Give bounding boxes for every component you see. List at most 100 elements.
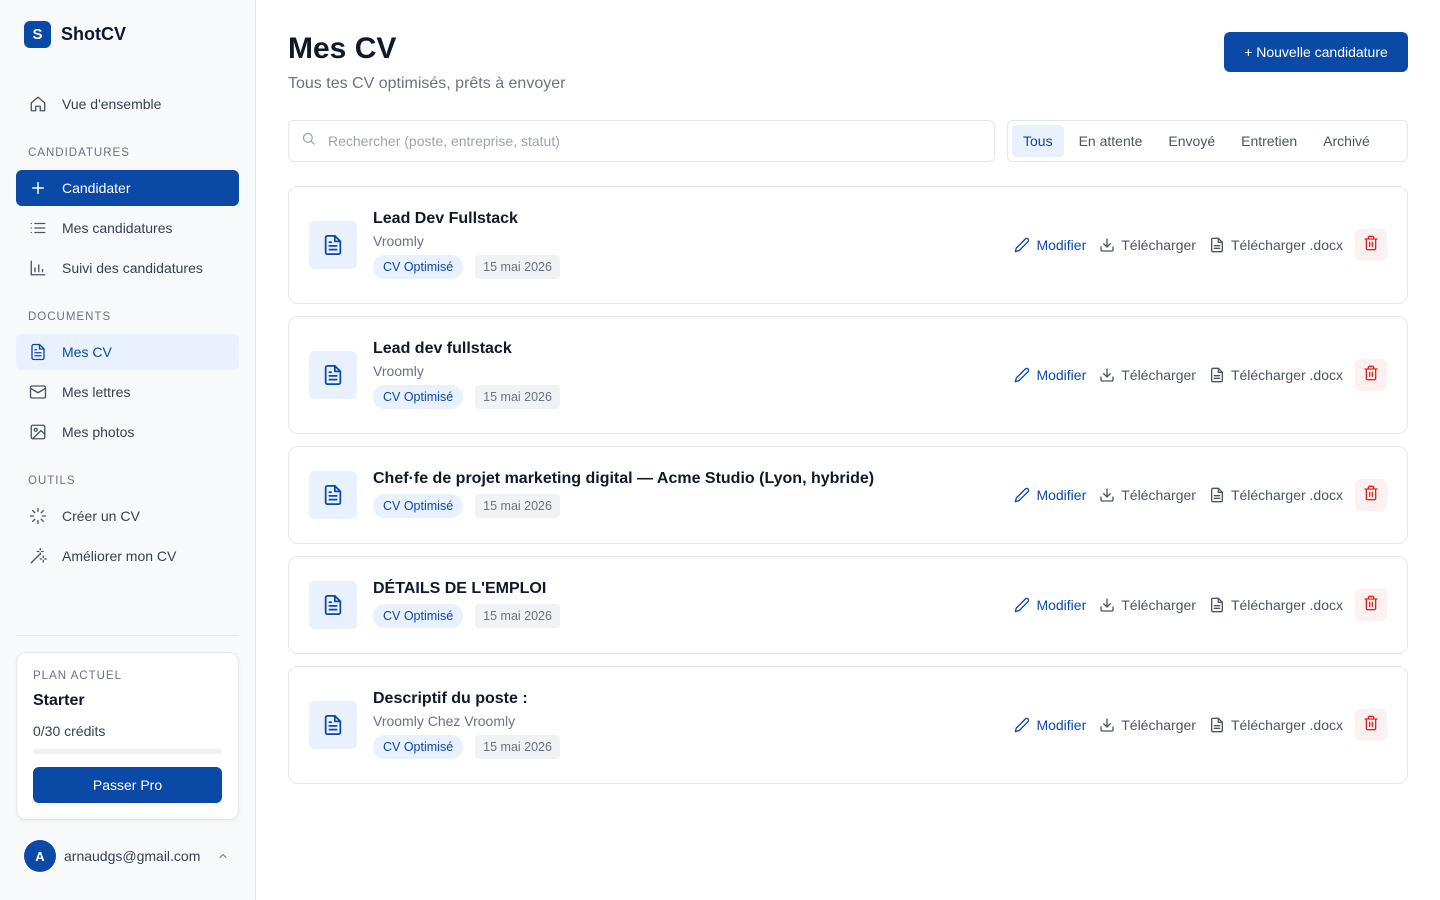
date-badge: 15 mai 2026	[475, 385, 560, 409]
brand-name: ShotCV	[61, 24, 126, 44]
date-badge: 15 mai 2026	[475, 255, 560, 279]
download-docx-label: Télécharger .docx	[1230, 717, 1343, 733]
date-badge: 15 mai 2026	[475, 735, 560, 759]
cv-company: Vroomly	[373, 363, 424, 379]
download-docx-button[interactable]: Télécharger .docx	[1209, 597, 1343, 613]
delete-button[interactable]	[1355, 229, 1387, 261]
status-filter-tabs: Tous En attente Envoyé Entretien Archivé	[1007, 120, 1408, 162]
download-button[interactable]: Télécharger	[1099, 367, 1196, 383]
edit-button[interactable]: Modifier	[1014, 597, 1086, 613]
sidebar-item-mes-lettres[interactable]: Mes lettres	[16, 374, 239, 410]
tab-archive[interactable]: Archivé	[1312, 125, 1381, 157]
sidebar-item-overview[interactable]: Vue d'ensemble	[16, 86, 239, 122]
file-icon	[309, 701, 357, 749]
download-docx-button[interactable]: Télécharger .docx	[1209, 717, 1343, 733]
download-button[interactable]: Télécharger	[1099, 717, 1196, 733]
plus-icon	[28, 178, 48, 198]
search-input[interactable]	[328, 133, 968, 149]
plan-credits: 0/30 crédits	[33, 723, 106, 739]
new-application-button[interactable]: + Nouvelle candidature	[1224, 32, 1408, 72]
delete-button[interactable]	[1355, 589, 1387, 621]
tab-entretien[interactable]: Entretien	[1230, 125, 1308, 157]
cv-card[interactable]: Chef·fe de projet marketing digital — Ac…	[288, 446, 1408, 544]
download-button[interactable]: Télécharger	[1099, 597, 1196, 613]
document-icon	[1209, 597, 1225, 613]
download-docx-label: Télécharger .docx	[1230, 367, 1343, 383]
cv-actions: Modifier Télécharger Télécharger .docx	[1001, 229, 1387, 261]
edit-button[interactable]: Modifier	[1014, 717, 1086, 733]
search-box	[288, 120, 995, 162]
cv-card-body: Descriptif du poste : Vroomly Chez Vroom…	[373, 690, 560, 759]
download-docx-button[interactable]: Télécharger .docx	[1209, 237, 1343, 253]
plan-label: PLAN ACTUEL	[33, 670, 122, 682]
sidebar-item-mes-candidatures[interactable]: Mes candidatures	[16, 210, 239, 246]
cv-company: Vroomly	[373, 233, 424, 249]
cv-title: Lead Dev Fullstack	[373, 210, 518, 227]
download-label: Télécharger	[1121, 597, 1196, 613]
sidebar-item-label: Améliorer mon CV	[62, 548, 177, 564]
edit-button[interactable]: Modifier	[1014, 237, 1086, 253]
download-label: Télécharger	[1121, 367, 1196, 383]
loader-icon	[28, 506, 48, 526]
cv-title: Lead dev fullstack	[373, 340, 512, 357]
date-badge: 15 mai 2026	[475, 604, 560, 628]
sidebar-item-candidater[interactable]: Candidater	[16, 170, 239, 206]
tab-en-attente[interactable]: En attente	[1068, 125, 1154, 157]
sidebar-item-label: Vue d'ensemble	[62, 96, 162, 112]
credits-progress-bar	[33, 749, 222, 754]
file-text-icon	[28, 342, 48, 362]
brand[interactable]: S ShotCV	[24, 21, 126, 48]
trash-icon	[1363, 715, 1379, 736]
sidebar-item-label: Mes photos	[62, 424, 135, 440]
download-label: Télécharger	[1121, 717, 1196, 733]
download-docx-label: Télécharger .docx	[1230, 487, 1343, 503]
mail-icon	[28, 382, 48, 402]
sidebar-item-suivi[interactable]: Suivi des candidatures	[16, 250, 239, 286]
upgrade-button[interactable]: Passer Pro	[33, 767, 222, 803]
edit-button[interactable]: Modifier	[1014, 367, 1086, 383]
delete-button[interactable]	[1355, 709, 1387, 741]
sidebar-item-ameliorer-cv[interactable]: Améliorer mon CV	[16, 538, 239, 574]
cv-card-body: Lead Dev Fullstack Vroomly CV Optimisé 1…	[373, 210, 560, 279]
cv-actions: Modifier Télécharger Télécharger .docx	[1001, 589, 1387, 621]
user-menu[interactable]: A arnaudgs@gmail.com	[24, 840, 230, 872]
plan-name: Starter	[33, 692, 85, 709]
tab-tous[interactable]: Tous	[1012, 125, 1064, 157]
sidebar-item-label: Suivi des candidatures	[62, 260, 203, 276]
download-label: Télécharger	[1121, 237, 1196, 253]
status-badge: CV Optimisé	[373, 385, 464, 409]
download-docx-button[interactable]: Télécharger .docx	[1209, 487, 1343, 503]
sidebar: S ShotCV Vue d'ensemble CANDIDATURES Can…	[0, 0, 256, 900]
delete-button[interactable]	[1355, 479, 1387, 511]
status-badge: CV Optimisé	[373, 494, 464, 518]
download-button[interactable]: Télécharger	[1099, 237, 1196, 253]
cv-actions: Modifier Télécharger Télécharger .docx	[1001, 709, 1387, 741]
cv-card[interactable]: Lead Dev Fullstack Vroomly CV Optimisé 1…	[288, 186, 1408, 304]
edit-label: Modifier	[1036, 367, 1087, 383]
sidebar-item-mes-photos[interactable]: Mes photos	[16, 414, 239, 450]
edit-label: Modifier	[1036, 597, 1087, 613]
document-icon	[1209, 487, 1225, 503]
status-badge: CV Optimisé	[373, 255, 464, 279]
cv-card[interactable]: Descriptif du poste : Vroomly Chez Vroom…	[288, 666, 1408, 784]
edit-button[interactable]: Modifier	[1014, 487, 1086, 503]
download-docx-label: Télécharger .docx	[1230, 597, 1343, 613]
sidebar-item-mes-cv[interactable]: Mes CV	[16, 334, 239, 370]
cv-card-body: DÉTAILS DE L'EMPLOI CV Optimisé 15 mai 2…	[373, 580, 560, 628]
pencil-icon	[1014, 717, 1030, 733]
sidebar-item-creer-cv[interactable]: Créer un CV	[16, 498, 239, 534]
cv-company: Vroomly Chez Vroomly	[373, 713, 516, 729]
download-button[interactable]: Télécharger	[1099, 487, 1196, 503]
cv-actions: Modifier Télécharger Télécharger .docx	[1001, 479, 1387, 511]
avatar: A	[24, 840, 56, 872]
trash-icon	[1363, 595, 1379, 616]
pencil-icon	[1014, 487, 1030, 503]
cv-card[interactable]: Lead dev fullstack Vroomly CV Optimisé 1…	[288, 316, 1408, 434]
download-label: Télécharger	[1121, 487, 1196, 503]
delete-button[interactable]	[1355, 359, 1387, 391]
page-subtitle: Tous tes CV optimisés, prêts à envoyer	[288, 75, 566, 92]
section-title-candidatures: CANDIDATURES	[28, 147, 130, 159]
tab-envoye[interactable]: Envoyé	[1157, 125, 1226, 157]
cv-card[interactable]: DÉTAILS DE L'EMPLOI CV Optimisé 15 mai 2…	[288, 556, 1408, 654]
download-docx-button[interactable]: Télécharger .docx	[1209, 367, 1343, 383]
